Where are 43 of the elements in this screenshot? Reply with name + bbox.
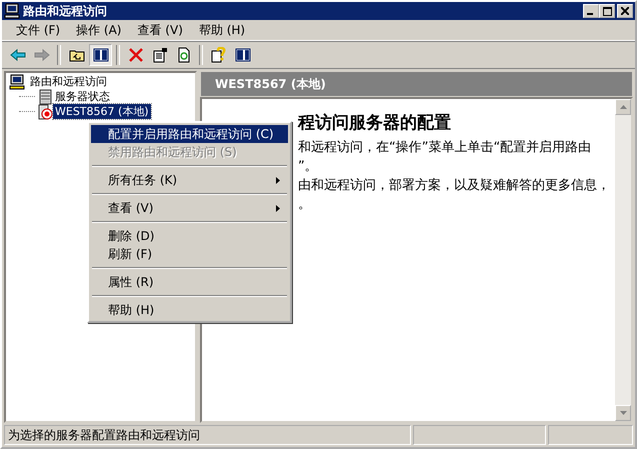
- tree-toggle-button[interactable]: [89, 44, 112, 66]
- computer-icon: [9, 74, 25, 90]
- paragraph-text: ”。: [298, 158, 319, 176]
- menu-item[interactable]: 帮助 (H): [91, 301, 288, 319]
- delete-icon: [128, 47, 144, 63]
- paragraph-text: 。: [298, 196, 312, 214]
- scroll-up-icon: [620, 105, 626, 109]
- refresh-icon: [176, 47, 192, 63]
- menu-item[interactable]: 刷新 (F): [91, 245, 288, 263]
- window-title: 路由和远程访问: [23, 2, 107, 20]
- right-arrow-icon: [34, 47, 50, 63]
- submenu-arrow-icon: [276, 176, 280, 184]
- submenu-arrow-icon: [276, 204, 280, 212]
- menu-item[interactable]: 查看 (V): [129, 20, 191, 40]
- menu-item[interactable]: 删除 (D): [91, 227, 288, 245]
- tree-item[interactable]: WEST8567 (本地): [53, 104, 151, 119]
- properties-icon: [152, 47, 168, 63]
- paragraph-text: 和远程访问，在“操作”菜单上单击“配置并启用路由: [298, 139, 592, 157]
- help-icon: [210, 47, 226, 63]
- status-text: 为选择的服务器配置路由和远程访问: [4, 425, 411, 445]
- panes-icon: [92, 47, 108, 63]
- left-arrow-icon: [10, 47, 26, 63]
- scroll-down-icon: [620, 411, 626, 415]
- close-button[interactable]: [617, 4, 633, 18]
- menu-item[interactable]: 文件 (F): [8, 20, 68, 40]
- menu-item[interactable]: 所有任务 (K): [91, 171, 288, 189]
- close-icon: [621, 7, 629, 15]
- tree-item[interactable]: 路由和远程访问: [28, 74, 109, 89]
- paragraph-text: 由和远程访问，部署方案，以及疑难解答的更多信息，: [298, 177, 611, 195]
- server-icon: [37, 88, 53, 104]
- minimize-button[interactable]: [583, 4, 599, 18]
- menu-item[interactable]: 帮助 (H): [190, 20, 254, 40]
- menu-item[interactable]: 属性 (R): [91, 273, 288, 291]
- maximize-icon: [602, 6, 612, 16]
- heading: 程访问服务器的配置: [298, 112, 452, 134]
- pane-header: WEST8567 (本地): [200, 71, 633, 97]
- menu-item[interactable]: 操作 (A): [68, 20, 130, 40]
- tree-item[interactable]: 服务器状态: [53, 89, 112, 104]
- panel-icon: [234, 47, 250, 63]
- maximize-button[interactable]: [599, 4, 615, 18]
- server-stopped-icon: [37, 104, 53, 120]
- menu-item[interactable]: 配置并启用路由和远程访问 (C): [91, 125, 288, 143]
- menu-item[interactable]: 查看 (V): [91, 199, 288, 217]
